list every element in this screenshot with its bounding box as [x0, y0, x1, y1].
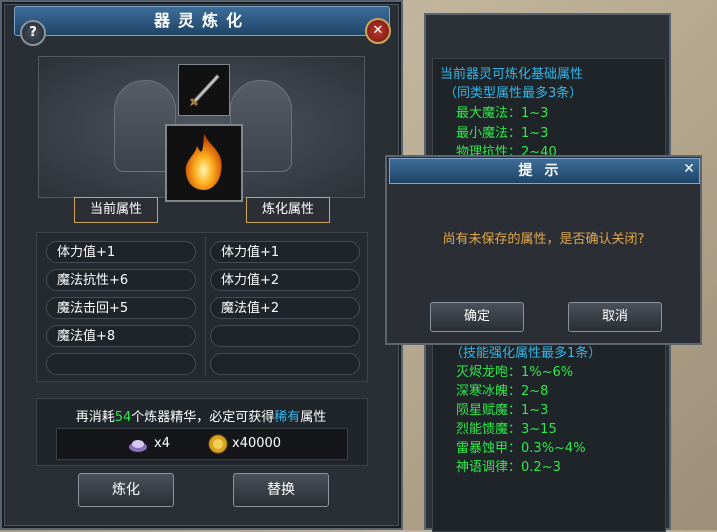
rare-attr-row: 烈能馈魔：3~15 [456, 422, 557, 437]
list-divider [205, 236, 206, 376]
refine-button[interactable]: 炼化 [78, 473, 174, 507]
base-attr-row: 最小魔法：1~3 [456, 126, 549, 141]
info-subheader: （同类型属性最多3条） [444, 86, 583, 101]
current-attr-row: 魔法值+8 [46, 325, 196, 347]
current-attr-row: 体力值+1 [46, 241, 196, 263]
window-title: 器灵炼化 [14, 6, 390, 36]
hint-suffix: 属性 [300, 410, 327, 425]
refined-attr-row: 体力值+2 [210, 269, 360, 291]
replace-button[interactable]: 替换 [233, 473, 329, 507]
refine-hint: 再消耗54个炼器精华，必定可获得稀有属性 [36, 406, 366, 425]
tab-current-attrs: 当前属性 [74, 197, 158, 223]
refined-attr-row [210, 325, 360, 347]
hint-middle: 个炼器精华，必定可获得 [131, 410, 275, 425]
help-icon[interactable]: ? [20, 20, 46, 46]
info-header: 当前器灵可炼化基础属性 [440, 67, 584, 82]
confirm-button[interactable]: 确定 [430, 302, 524, 332]
cost-strip [56, 428, 348, 460]
refined-attr-row: 体力值+1 [210, 241, 360, 263]
rare-attr-row: 神语调律：0.2~3 [456, 460, 561, 475]
close-icon[interactable]: ✕ [365, 18, 391, 44]
base-attr-row: 最大魔法：1~3 [456, 106, 549, 121]
current-attr-row: 魔法抗性+6 [46, 269, 196, 291]
refined-attr-row: 魔法值+2 [210, 297, 360, 319]
flame-icon [185, 134, 222, 190]
rare-attr-row: 灭烬龙咆：1%~6% [456, 365, 574, 380]
dialog-close-icon[interactable]: ✕ [680, 160, 698, 178]
cancel-button[interactable]: 取消 [568, 302, 662, 332]
current-attr-row: 魔法击回+5 [46, 297, 196, 319]
sword-icon [189, 74, 220, 107]
weapon-slot[interactable] [178, 64, 230, 116]
gold-coin-icon [208, 434, 228, 454]
rare-attr-row: 雷暴蚀甲：0.3%~4% [456, 441, 586, 456]
dialog-title: 提示 [389, 158, 700, 184]
rare-attr-row: 陨星赋魔：1~3 [456, 403, 549, 418]
tab-refined-attrs: 炼化属性 [246, 197, 330, 223]
essence-qty: x4 [154, 436, 170, 451]
spirit-slot[interactable] [165, 124, 243, 202]
hint-prefix: 再消耗 [75, 410, 115, 425]
gold-qty: x40000 [232, 436, 282, 451]
dialog-message: 尚有未保存的属性，是否确认关闭? [442, 232, 645, 247]
hint-rare: 稀有 [274, 410, 301, 425]
essence-icon [128, 434, 148, 454]
rare-attr-row: 深寒冰魄：2~8 [456, 384, 549, 399]
hint-count: 54 [114, 410, 132, 425]
current-attr-row [46, 353, 196, 375]
refined-attr-row [210, 353, 360, 375]
